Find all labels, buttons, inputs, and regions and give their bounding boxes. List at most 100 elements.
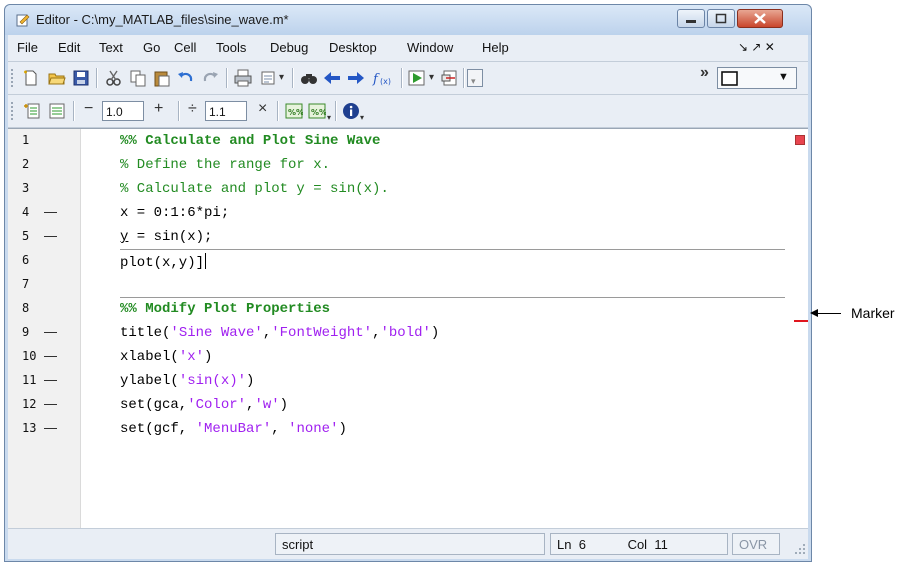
binoculars-icon[interactable] <box>300 69 318 87</box>
code-line[interactable]: 10 — xlabel('x') <box>8 345 788 369</box>
multiply-button[interactable]: × <box>258 100 267 118</box>
evaluate-cell-icon[interactable]: %% <box>285 102 303 120</box>
breakpoint-icon[interactable] <box>441 69 459 87</box>
breakpoint-dash[interactable]: — <box>44 420 57 435</box>
cell-list-icon[interactable] <box>48 102 66 120</box>
menu-desktop[interactable]: Desktop <box>329 40 377 55</box>
layout-dropdown[interactable]: ▼ <box>717 67 797 89</box>
window-layout-icon <box>721 71 738 86</box>
increment-button[interactable]: + <box>154 100 163 118</box>
menu-debug[interactable]: Debug <box>270 40 308 55</box>
divide-value-field[interactable]: 1.1 <box>205 101 247 121</box>
code-line[interactable]: 8 %% Modify Plot Properties <box>8 297 788 321</box>
print-icon[interactable] <box>234 69 252 87</box>
code-line[interactable]: 13 — set(gcf, 'MenuBar', 'none') <box>8 417 788 441</box>
decrement-button[interactable]: − <box>84 100 93 118</box>
chevron-down-icon[interactable]: ▾ <box>327 113 331 122</box>
code-text-rest: = sin(x); <box>128 229 213 245</box>
warning-marker[interactable] <box>794 320 808 322</box>
code-editor[interactable]: 1 %% Calculate and Plot Sine Wave 2 % De… <box>8 128 808 528</box>
svg-text:%%: %% <box>288 108 303 117</box>
code-line[interactable]: 4 — x = 0:1:6*pi; <box>8 201 788 225</box>
info-icon[interactable] <box>342 102 360 120</box>
code-line[interactable]: 11 — ylabel('sin(x)') <box>8 369 788 393</box>
code-line[interactable]: 6 plot(x,y)] <box>8 249 788 273</box>
toolbar-separator <box>335 101 337 121</box>
string-literal: 'x' <box>178 349 205 365</box>
breakpoint-dash[interactable]: — <box>44 372 57 387</box>
undo-icon[interactable] <box>177 69 195 87</box>
redo-icon[interactable] <box>201 69 219 87</box>
line-number: 2 <box>22 157 30 171</box>
resize-grip-icon[interactable] <box>794 543 806 555</box>
function-icon[interactable]: f (x) <box>371 69 395 87</box>
chevron-down-icon[interactable]: ▾ <box>279 72 284 83</box>
forward-arrow-icon[interactable] <box>347 69 365 87</box>
maximize-button[interactable] <box>707 9 735 28</box>
toolbar-separator <box>226 68 228 88</box>
dock-controls[interactable]: ↘ ↗ ✕ <box>738 40 775 54</box>
breakpoint-dash[interactable]: — <box>44 324 57 339</box>
code-line[interactable]: 2 % Define the range for x. <box>8 153 788 177</box>
chevron-down-icon[interactable]: ▾ <box>360 113 364 122</box>
marker-callout-label: Marker <box>851 305 895 321</box>
code-line[interactable]: 9 — title('Sine Wave','FontWeight','bold… <box>8 321 788 345</box>
breakpoint-dash[interactable]: — <box>44 396 57 411</box>
toolbar-grip[interactable] <box>11 69 15 87</box>
function-call: title( <box>120 325 171 341</box>
code-line[interactable]: 5 — y = sin(x); <box>8 225 788 249</box>
breakpoint-dash[interactable]: — <box>44 228 57 243</box>
close-button[interactable] <box>737 9 783 28</box>
menu-text[interactable]: Text <box>99 40 123 55</box>
message-bar[interactable] <box>788 129 808 528</box>
toolbar-grip[interactable] <box>11 102 15 120</box>
text-cursor <box>205 253 207 269</box>
cut-icon[interactable] <box>105 69 123 87</box>
closing-paren: ) <box>430 325 440 341</box>
warning-indicator[interactable] <box>795 135 805 145</box>
insert-cell-break-icon[interactable] <box>23 102 41 120</box>
svg-text:f: f <box>372 72 380 87</box>
toolbar-separator <box>277 101 279 121</box>
code-line[interactable]: 3 % Calculate and plot y = sin(x). <box>8 177 788 201</box>
save-icon[interactable] <box>72 69 90 87</box>
string-literal: 'none' <box>288 421 339 437</box>
breakpoint-dash[interactable]: — <box>44 204 57 219</box>
menu-go[interactable]: Go <box>143 40 160 55</box>
string-literal: 'w' <box>254 397 280 413</box>
code-line[interactable]: 1 %% Calculate and Plot Sine Wave <box>8 129 788 153</box>
toolbar-overflow[interactable]: » <box>700 64 709 82</box>
copy-icon[interactable] <box>129 69 147 87</box>
menu-tools[interactable]: Tools <box>216 40 246 55</box>
function-call: ylabel( <box>120 373 179 389</box>
menu-cell[interactable]: Cell <box>174 40 196 55</box>
code-line[interactable]: 7 <box>8 273 788 297</box>
menu-help[interactable]: Help <box>482 40 509 55</box>
separator: , <box>262 325 272 341</box>
divide-button[interactable]: ÷ <box>188 100 197 118</box>
new-file-icon[interactable] <box>22 69 40 87</box>
decrement-value-field[interactable]: 1.0 <box>102 101 144 121</box>
paste-icon[interactable] <box>153 69 171 87</box>
run-icon[interactable] <box>408 69 426 87</box>
open-folder-icon[interactable] <box>48 69 66 87</box>
code-text: y = sin(x); <box>120 229 212 245</box>
column-value: 11 <box>654 537 668 552</box>
minimize-button[interactable] <box>677 9 705 28</box>
string-literal: 'FontWeight' <box>271 325 373 341</box>
function-call: set(gcf, <box>120 421 196 437</box>
find-files-icon[interactable] <box>259 69 277 87</box>
line-number: 6 <box>22 253 30 267</box>
code-line[interactable]: 12 — set(gca,'Color','w') <box>8 393 788 417</box>
svg-text:%%: %% <box>311 108 326 117</box>
evaluate-and-advance-icon[interactable]: %% <box>308 102 326 120</box>
stack-dropdown[interactable]: ▾ <box>467 69 483 87</box>
breakpoint-dash[interactable]: — <box>44 348 57 363</box>
menu-window[interactable]: Window <box>407 40 453 55</box>
current-line-text: plot(x,y)] <box>120 255 205 271</box>
chevron-down-icon[interactable]: ▾ <box>429 72 434 83</box>
menu-edit[interactable]: Edit <box>58 40 80 55</box>
back-arrow-icon[interactable] <box>323 69 341 87</box>
menu-file[interactable]: File <box>17 40 38 55</box>
code-text: title('Sine Wave','FontWeight','bold') <box>120 325 439 341</box>
